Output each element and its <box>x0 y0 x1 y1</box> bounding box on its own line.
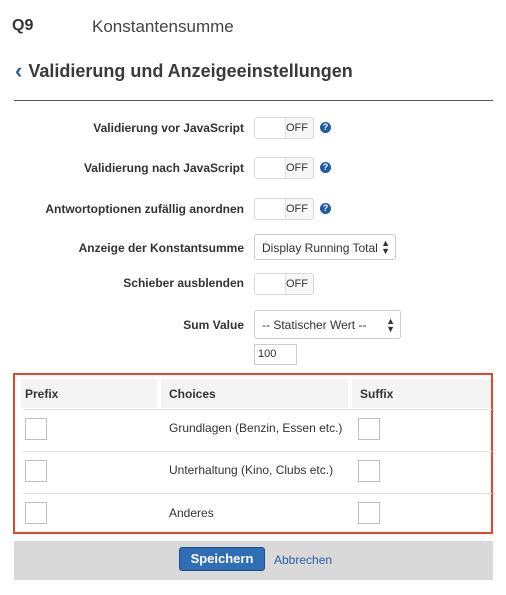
toggle-state: OFF <box>286 278 308 290</box>
toggle-knob <box>255 274 286 294</box>
suffix-input[interactable] <box>358 418 380 440</box>
row-divider <box>23 451 492 452</box>
sum-value-select[interactable]: -- Statischer Wert -- ▲ ▼ <box>254 310 401 339</box>
prefix-input[interactable] <box>25 418 47 440</box>
select-arrows-icon: ▲ ▼ <box>381 238 390 256</box>
toggle-knob <box>255 199 286 219</box>
row-display-total: Anzeige der Konstantsumme Display Runnin… <box>0 234 506 260</box>
question-number: Q9 <box>12 17 34 34</box>
cancel-link[interactable]: Abbrechen <box>274 553 332 567</box>
randomize-toggle[interactable]: OFF <box>254 198 314 220</box>
help-icon[interactable]: ? <box>320 122 331 133</box>
validation-after-toggle[interactable]: OFF <box>254 157 314 179</box>
choices-table: Prefix Choices Suffix Grundlagen (Benzin… <box>13 373 493 534</box>
footer-bar: Speichern Abbrechen <box>14 541 493 580</box>
section-title: Validierung und Anzeigeeinstellungen <box>28 60 353 81</box>
question-title: Konstantensumme <box>92 17 234 36</box>
row-sum-value: Sum Value -- Statischer Wert -- ▲ ▼ <box>0 310 506 339</box>
sum-value-input[interactable]: 100 <box>254 344 297 365</box>
header-label: Prefix <box>25 387 59 401</box>
save-button[interactable]: Speichern <box>179 547 265 571</box>
row-validation-before: Validierung vor JavaScript OFF ? <box>0 116 506 142</box>
toggle-state: OFF <box>286 122 308 134</box>
row-randomize: Antwortoptionen zufällig anordnen OFF ? <box>0 197 506 223</box>
prefix-input[interactable] <box>25 502 47 524</box>
display-total-label: Anzeige der Konstantsumme <box>78 241 244 255</box>
choice-label: Grundlagen (Benzin, Essen etc.) <box>169 421 343 435</box>
row-hide-slider: Schieber ausblenden OFF <box>0 272 506 298</box>
display-total-select[interactable]: Display Running Total ▲ ▼ <box>254 234 396 260</box>
select-value: -- Statischer Wert -- <box>262 318 367 332</box>
chevron-left-icon: ‹ <box>15 58 23 83</box>
header-choices: Choices <box>161 379 348 408</box>
hide-slider-toggle[interactable]: OFF <box>254 273 314 295</box>
validation-before-toggle[interactable]: OFF <box>254 117 314 139</box>
header-prefix: Prefix <box>21 379 157 408</box>
select-value: Display Running Total <box>262 241 378 255</box>
toggle-knob <box>255 118 286 138</box>
randomize-label: Antwortoptionen zufällig anordnen <box>45 202 244 216</box>
toggle-state: OFF <box>286 162 308 174</box>
help-icon[interactable]: ? <box>320 203 331 214</box>
choice-label: Anderes <box>169 506 214 520</box>
prefix-input[interactable] <box>25 460 47 482</box>
header-suffix: Suffix <box>352 379 491 408</box>
choice-label: Unterhaltung (Kino, Clubs etc.) <box>169 463 334 477</box>
toggle-state: OFF <box>286 203 308 215</box>
toggle-knob <box>255 158 286 178</box>
select-arrows-icon: ▲ ▼ <box>386 316 395 334</box>
validation-before-label: Validierung vor JavaScript <box>93 121 244 135</box>
sum-value-label: Sum Value <box>183 318 244 332</box>
help-icon[interactable]: ? <box>320 162 331 173</box>
row-divider <box>23 409 492 410</box>
row-divider <box>23 493 492 494</box>
validation-after-label: Validierung nach JavaScript <box>83 161 244 175</box>
hide-slider-label: Schieber ausblenden <box>123 276 244 290</box>
back-link[interactable]: ‹ Validierung und Anzeigeeinstellungen <box>15 60 353 82</box>
suffix-input[interactable] <box>358 502 380 524</box>
header-label: Suffix <box>360 387 394 401</box>
row-validation-after: Validierung nach JavaScript OFF ? <box>0 156 506 182</box>
divider <box>14 100 493 101</box>
header-label: Choices <box>169 387 216 401</box>
suffix-input[interactable] <box>358 460 380 482</box>
